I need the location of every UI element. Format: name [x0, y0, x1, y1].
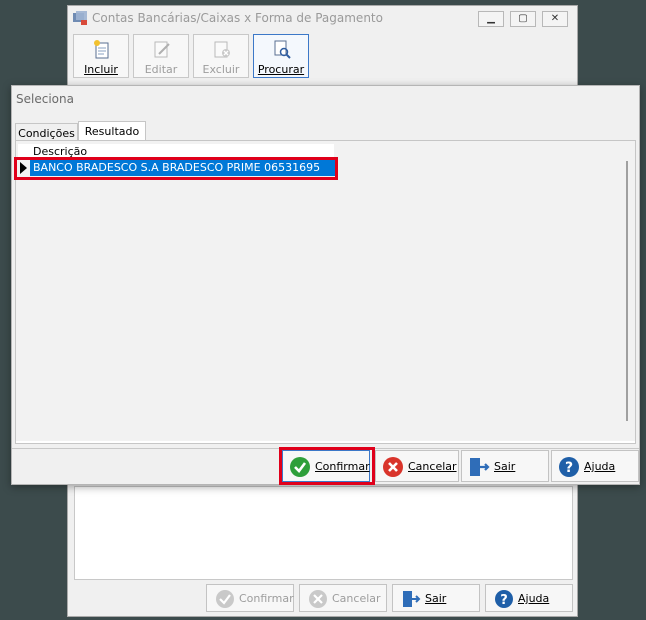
- editar-button[interactable]: Editar: [133, 34, 189, 78]
- seleciona-dialog: Seleciona Condições Resultado Descrição …: [11, 85, 640, 485]
- sair-label: Sair: [494, 460, 516, 473]
- main-cancelar-button[interactable]: Cancelar: [299, 584, 387, 612]
- cancel-icon: [309, 590, 327, 608]
- ajuda-button[interactable]: ? Ajuda: [551, 450, 639, 482]
- main-titlebar: Contas Bancárias/Caixas x Forma de Pagam…: [68, 6, 577, 32]
- exit-door-icon: [403, 591, 421, 607]
- ajuda-label: Ajuda: [584, 460, 616, 473]
- app-icon: [73, 11, 87, 25]
- excluir-label: Excluir: [202, 63, 240, 76]
- main-cancelar-label: Cancelar: [332, 592, 381, 605]
- delete-document-icon: [214, 41, 230, 58]
- editar-label: Editar: [144, 63, 178, 76]
- svg-text:?: ?: [500, 593, 508, 608]
- main-ajuda-button[interactable]: ? Ajuda: [485, 584, 573, 612]
- incluir-label: Incluir: [84, 63, 118, 76]
- results-grid[interactable]: Descrição BANCO BRADESCO S.A BRADESCO PR…: [14, 141, 635, 441]
- resultado-panel: Descrição BANCO BRADESCO S.A BRADESCO PR…: [14, 140, 636, 444]
- close-icon: ✕: [550, 13, 560, 24]
- close-button[interactable]: ✕: [542, 11, 568, 27]
- main-ajuda-label: Ajuda: [518, 592, 550, 605]
- row-highlight-box: [14, 157, 338, 180]
- procurar-label: Procurar: [257, 63, 305, 76]
- tab-resultado[interactable]: Resultado: [78, 121, 146, 140]
- main-confirmar-label: Confirmar: [239, 592, 294, 605]
- new-document-icon: [94, 40, 109, 59]
- main-sair-button[interactable]: Sair: [392, 584, 480, 612]
- help-icon: ?: [495, 590, 513, 608]
- sair-button[interactable]: Sair: [461, 450, 549, 482]
- vertical-scrollbar[interactable]: [626, 161, 628, 421]
- maximize-button[interactable]: ▢: [510, 11, 536, 27]
- svg-text:?: ?: [565, 460, 573, 476]
- window-title: Contas Bancárias/Caixas x Forma de Pagam…: [92, 11, 383, 25]
- main-content-area: [74, 486, 573, 580]
- edit-document-icon: [154, 41, 170, 58]
- excluir-button[interactable]: Excluir: [193, 34, 249, 78]
- cancel-icon: [383, 457, 403, 477]
- procurar-button[interactable]: Procurar: [253, 34, 309, 78]
- maximize-icon: ▢: [518, 13, 528, 24]
- check-icon: [216, 590, 234, 608]
- search-document-icon: [274, 40, 291, 59]
- cancelar-button[interactable]: Cancelar: [375, 450, 459, 482]
- cancelar-label: Cancelar: [408, 460, 457, 473]
- main-confirmar-button[interactable]: Confirmar: [206, 584, 294, 612]
- dialog-title: Seleciona: [16, 92, 74, 106]
- help-icon: ?: [559, 457, 579, 477]
- exit-door-icon: [470, 458, 490, 476]
- incluir-button[interactable]: Incluir: [73, 34, 129, 78]
- confirm-highlight-box: [279, 447, 375, 485]
- tab-condicoes[interactable]: Condições: [15, 123, 78, 140]
- minimize-icon: ▁: [487, 13, 495, 24]
- minimize-button[interactable]: ▁: [478, 11, 504, 27]
- main-sair-label: Sair: [425, 592, 447, 605]
